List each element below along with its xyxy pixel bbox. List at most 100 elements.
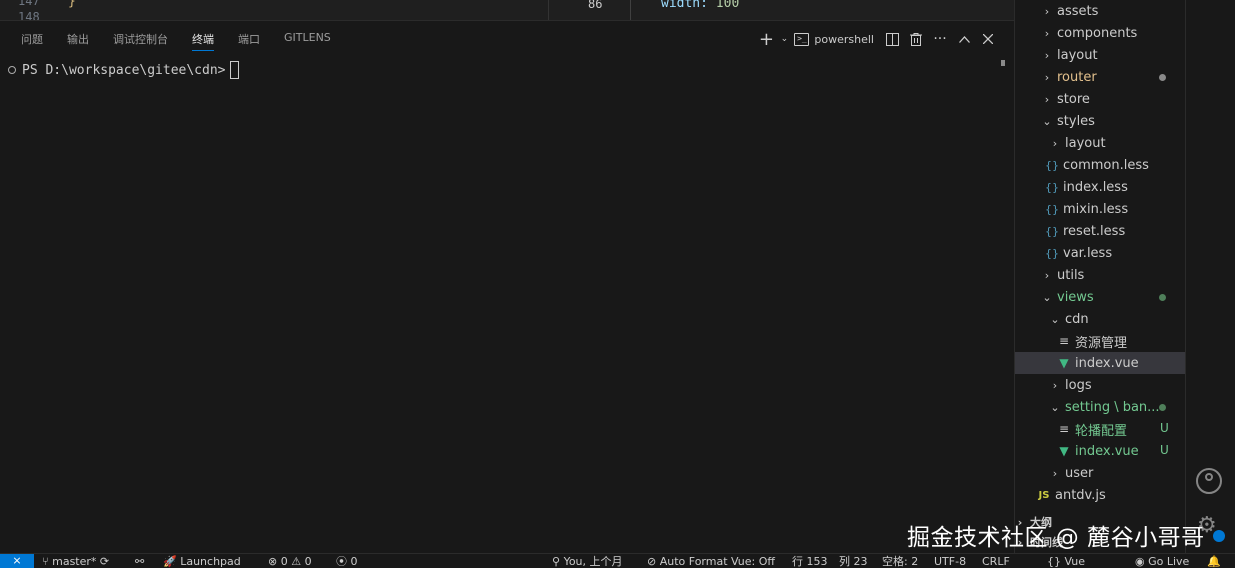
- tree-item-label: 资源管理: [1075, 335, 1128, 351]
- tab-output[interactable]: 输出: [67, 31, 89, 47]
- tree-item-label: utils: [1057, 267, 1085, 283]
- terminal-shell-selector[interactable]: >_ powershell: [794, 32, 874, 46]
- untracked-dot: [1159, 404, 1166, 411]
- command-decoration-icon: [8, 66, 16, 74]
- launchpad-status[interactable]: 🚀 Launchpad: [163, 555, 241, 568]
- tree-folder-layout[interactable]: › layout: [1015, 44, 1211, 66]
- modified-dot: [1159, 74, 1166, 81]
- shell-name: powershell: [814, 32, 874, 46]
- status-bar: ⨯ ⑂ master* ⟳ ⚯ 🚀 Launchpad ⊗ 0 ⚠ 0 ⦿ 0 …: [0, 553, 1235, 568]
- eol-status[interactable]: CRLF: [982, 555, 1010, 568]
- tab-ports[interactable]: 端口: [238, 31, 260, 47]
- tree-folder-assets[interactable]: › assets: [1015, 0, 1211, 22]
- tab-debug-console[interactable]: 调试控制台: [113, 31, 168, 47]
- explorer-sidebar: › assets › components › layout › router …: [1014, 0, 1227, 553]
- tree-file-antdv-js[interactable]: JS antdv.js: [1015, 484, 1207, 506]
- code-text: }: [68, 0, 76, 9]
- problems-status[interactable]: ⊗ 0 ⚠ 0: [268, 555, 312, 568]
- chevron-right-icon: ›: [1044, 48, 1050, 62]
- language-mode[interactable]: {} Vue: [1047, 555, 1085, 568]
- tree-folder-styles[interactable]: ⌄ styles: [1015, 110, 1211, 132]
- tree-item-label: styles: [1057, 113, 1095, 129]
- tree-item-label: var.less: [1063, 245, 1113, 261]
- chevron-right-icon: ›: [1044, 268, 1050, 282]
- chevron-down-icon: ⌄: [1042, 290, 1052, 304]
- tree-item-label: layout: [1065, 135, 1106, 151]
- line-number: 86: [588, 0, 603, 11]
- less-file-icon: {}: [1045, 224, 1059, 238]
- chevron-right-icon: ›: [1044, 26, 1050, 40]
- untracked-badge: U: [1160, 443, 1169, 457]
- tree-item-label: views: [1057, 289, 1094, 305]
- terminal-scrollbar[interactable]: [1001, 60, 1005, 66]
- code-text: width: 100: [661, 0, 740, 11]
- cursor-column[interactable]: 列 23: [839, 555, 868, 568]
- tree-item-label: assets: [1057, 3, 1099, 19]
- chevron-down-icon: ⌄: [1050, 312, 1060, 326]
- chevron-down-icon[interactable]: ⌄: [778, 29, 790, 49]
- tree-item-label: common.less: [1063, 157, 1149, 173]
- close-panel-icon[interactable]: [976, 29, 1000, 49]
- js-file-icon: JS: [1038, 489, 1050, 501]
- ports-status[interactable]: ⦿ 0: [336, 555, 358, 568]
- bottom-panel: 问题 输出 调试控制台 终端 端口 GITLENS + ⌄ >_ powersh…: [0, 20, 1014, 554]
- tree-item-label: antdv.js: [1055, 487, 1106, 503]
- terminal-prompt: PS D:\workspace\gitee\cdn>: [22, 62, 226, 78]
- golive-button[interactable]: ◉ Go Live: [1135, 555, 1189, 568]
- line-number: 147: [18, 0, 40, 8]
- tab-terminal[interactable]: 终端: [192, 31, 214, 51]
- tree-item-label: mixin.less: [1063, 201, 1129, 217]
- text-file-icon: ≡: [1058, 334, 1070, 348]
- maximize-panel-icon[interactable]: [952, 29, 976, 49]
- tree-item-label: reset.less: [1063, 223, 1126, 239]
- tab-gitlens[interactable]: GITLENS: [284, 31, 331, 44]
- less-file-icon: {}: [1045, 180, 1059, 194]
- terminal-cursor: [229, 61, 239, 79]
- tree-item-label: layout: [1057, 47, 1098, 63]
- chevron-right-icon: ›: [1052, 378, 1058, 392]
- blame-status[interactable]: ⚲ You, 上个月: [552, 555, 623, 568]
- tab-problems[interactable]: 问题: [21, 31, 43, 47]
- text-file-icon: ≡: [1058, 422, 1070, 436]
- tree-item-label: components: [1057, 25, 1138, 41]
- tree-item-label: setting \ ban...: [1065, 399, 1160, 415]
- watermark: 掘金技术社区 @ 麓谷小哥哥: [907, 525, 1205, 551]
- split-terminal-icon[interactable]: [880, 29, 904, 49]
- tree-folder-store[interactable]: › store: [1015, 88, 1211, 110]
- chevron-down-icon: ⌄: [1050, 400, 1060, 414]
- git-graph-icon[interactable]: ⚯: [135, 555, 144, 568]
- auto-format-status[interactable]: ⊘ Auto Format Vue: Off: [647, 555, 775, 568]
- cursor-line[interactable]: 行 153: [792, 555, 828, 568]
- tree-item-label: index.vue: [1075, 443, 1139, 459]
- tree-folder-router[interactable]: › router: [1015, 66, 1211, 88]
- new-terminal-icon[interactable]: +: [754, 29, 778, 50]
- editor-split-divider[interactable]: [548, 0, 549, 20]
- chevron-right-icon: ›: [1044, 70, 1050, 84]
- more-actions-icon[interactable]: ···: [928, 29, 952, 49]
- tree-item-label: store: [1057, 91, 1090, 107]
- tree-item-label: logs: [1065, 377, 1092, 393]
- indentation-status[interactable]: 空格: 2: [882, 555, 918, 568]
- update-badge: [1213, 530, 1225, 542]
- terminal-prompt-line[interactable]: PS D:\workspace\gitee\cdn>: [8, 61, 239, 79]
- tree-folder-components[interactable]: › components: [1015, 22, 1211, 44]
- tree-item-label: router: [1057, 69, 1097, 85]
- activity-bar: ⚙: [1185, 0, 1235, 553]
- tree-item-label: cdn: [1065, 311, 1089, 327]
- vue-file-icon: ▼: [1059, 444, 1069, 458]
- chevron-right-icon: ›: [1052, 466, 1058, 480]
- panel-tab-bar: 问题 输出 调试控制台 终端 端口 GITLENS + ⌄ >_ powersh…: [0, 21, 1014, 57]
- account-icon[interactable]: [1196, 468, 1222, 494]
- less-file-icon: {}: [1045, 158, 1059, 172]
- tree-item-label: index.vue: [1075, 355, 1139, 371]
- less-file-icon: {}: [1045, 202, 1059, 216]
- encoding-status[interactable]: UTF-8: [934, 555, 966, 568]
- tree-folder-views[interactable]: ⌄ views: [1015, 286, 1211, 308]
- editor-area[interactable]: 147 148 } 86 width: 100: [0, 0, 1014, 20]
- trash-icon[interactable]: [904, 29, 928, 49]
- tree-folder-utils[interactable]: › utils: [1015, 264, 1211, 286]
- notifications-icon[interactable]: 🔔: [1207, 555, 1221, 568]
- chevron-right-icon: ›: [1044, 92, 1050, 106]
- remote-icon[interactable]: ⨯: [0, 554, 34, 568]
- branch-status[interactable]: ⑂ master* ⟳: [42, 555, 109, 568]
